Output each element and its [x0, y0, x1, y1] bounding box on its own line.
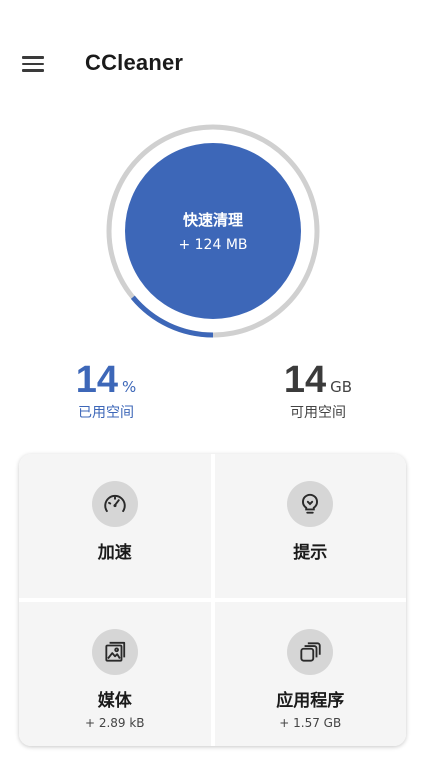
feature-label: 应用程序	[276, 691, 345, 711]
stacked-apps-icon	[287, 629, 334, 675]
free-space-value: 14	[283, 359, 327, 401]
feature-tile-speed-up[interactable]: 加速	[19, 454, 211, 598]
free-space-label: 可用空间	[290, 405, 346, 421]
hamburger-menu-icon[interactable]	[14, 46, 52, 82]
app-screen: CCleaner 快速清理 + 124 MB 14 % 已用空间 14 GB 可…	[0, 0, 425, 757]
feature-label: 提示	[293, 543, 328, 563]
app-title: CCleaner	[85, 50, 184, 75]
lightbulb-icon	[287, 481, 334, 527]
free-space-unit: GB	[330, 378, 353, 396]
feature-tile-tips[interactable]: 提示	[214, 454, 406, 598]
feature-size: + 1.57 GB	[279, 716, 342, 730]
feature-size: + 2.89 kB	[84, 716, 145, 730]
feature-label: 加速	[97, 543, 132, 563]
feature-label: 媒体	[97, 691, 132, 711]
quick-clean-button[interactable]: 快速清理 + 124 MB	[125, 143, 301, 319]
used-space-unit: %	[122, 378, 137, 396]
used-space-label: 已用空间	[78, 405, 134, 421]
feature-grid: 加速 提示 媒体 + 2.89 kB 应用程序 + 1.57 GB	[19, 454, 406, 746]
feature-tile-apps[interactable]: 应用程序 + 1.57 GB	[214, 602, 406, 746]
quick-clean-size: + 124 MB	[178, 237, 248, 253]
feature-tile-media[interactable]: 媒体 + 2.89 kB	[19, 602, 211, 746]
speedometer-icon	[91, 481, 138, 527]
used-space-value: 14	[75, 359, 118, 401]
app-header: CCleaner	[0, 40, 425, 88]
free-space-stat: 14 GB 可用空间	[258, 360, 378, 422]
used-space-stat: 14 % 已用空间	[46, 360, 166, 422]
storage-gauge: 快速清理 + 124 MB	[106, 124, 320, 338]
image-gallery-icon	[91, 629, 138, 675]
quick-clean-title: 快速清理	[182, 211, 243, 229]
